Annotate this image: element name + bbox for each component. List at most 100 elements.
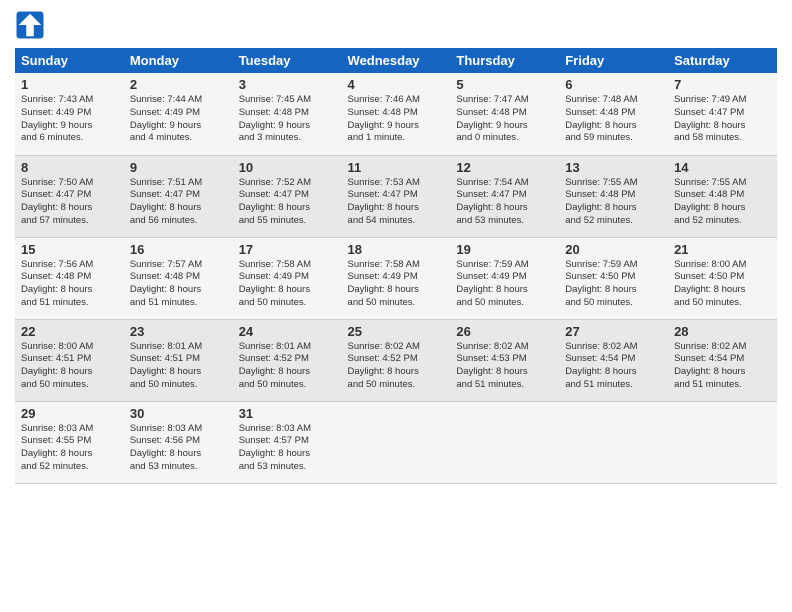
logo — [15, 10, 49, 40]
day-info-line: and 3 minutes. — [239, 132, 336, 145]
day-info-line: Sunset: 4:50 PM — [565, 271, 662, 284]
day-info-line: and 0 minutes. — [456, 132, 553, 145]
day-info-line: Daylight: 9 hours — [21, 120, 118, 133]
calendar-cell: 18Sunrise: 7:58 AMSunset: 4:49 PMDayligh… — [342, 237, 451, 319]
day-info-line: Sunrise: 7:56 AM — [21, 259, 118, 272]
day-number: 3 — [239, 77, 336, 92]
day-info-line: Sunset: 4:47 PM — [21, 189, 118, 202]
day-info-line: Sunset: 4:56 PM — [130, 435, 227, 448]
day-number: 27 — [565, 324, 662, 339]
day-info-line: Sunrise: 7:43 AM — [21, 94, 118, 107]
day-info-line: Sunset: 4:48 PM — [130, 271, 227, 284]
day-number: 15 — [21, 242, 118, 257]
day-info-line: Sunrise: 7:50 AM — [21, 177, 118, 190]
day-info-line: and 50 minutes. — [130, 379, 227, 392]
day-info-line: Sunset: 4:52 PM — [348, 353, 445, 366]
day-info-line: Daylight: 8 hours — [130, 284, 227, 297]
calendar-cell: 16Sunrise: 7:57 AMSunset: 4:48 PMDayligh… — [124, 237, 233, 319]
day-info-line: Sunset: 4:49 PM — [348, 271, 445, 284]
calendar-cell: 22Sunrise: 8:00 AMSunset: 4:51 PMDayligh… — [15, 319, 124, 401]
calendar-cell: 2Sunrise: 7:44 AMSunset: 4:49 PMDaylight… — [124, 73, 233, 155]
calendar-cell: 11Sunrise: 7:53 AMSunset: 4:47 PMDayligh… — [342, 155, 451, 237]
day-info-line: Daylight: 8 hours — [21, 202, 118, 215]
day-info-line: and 50 minutes. — [21, 379, 118, 392]
day-number: 26 — [456, 324, 553, 339]
day-info-line: Sunrise: 7:55 AM — [674, 177, 771, 190]
day-info-line: Sunrise: 8:02 AM — [348, 341, 445, 354]
day-info-line: and 51 minutes. — [130, 297, 227, 310]
day-info-line: Sunrise: 7:47 AM — [456, 94, 553, 107]
day-info-line: Daylight: 8 hours — [456, 284, 553, 297]
day-number: 30 — [130, 406, 227, 421]
day-info-line: Daylight: 8 hours — [348, 284, 445, 297]
day-info-line: Sunset: 4:54 PM — [674, 353, 771, 366]
col-header-wednesday: Wednesday — [342, 48, 451, 73]
day-info-line: Sunrise: 8:00 AM — [21, 341, 118, 354]
calendar-cell: 12Sunrise: 7:54 AMSunset: 4:47 PMDayligh… — [450, 155, 559, 237]
calendar-cell: 21Sunrise: 8:00 AMSunset: 4:50 PMDayligh… — [668, 237, 777, 319]
col-header-monday: Monday — [124, 48, 233, 73]
day-info-line: Sunrise: 8:00 AM — [674, 259, 771, 272]
day-info-line: and 52 minutes. — [565, 215, 662, 228]
day-number: 21 — [674, 242, 771, 257]
day-number: 31 — [239, 406, 336, 421]
day-info-line: Sunset: 4:48 PM — [674, 189, 771, 202]
col-header-tuesday: Tuesday — [233, 48, 342, 73]
day-info-line: Sunset: 4:48 PM — [21, 271, 118, 284]
day-number: 2 — [130, 77, 227, 92]
day-info-line: Sunrise: 8:02 AM — [565, 341, 662, 354]
day-info-line: Sunset: 4:48 PM — [348, 107, 445, 120]
calendar-cell: 8 Sunrise: 7:50 AMSunset: 4:47 PMDaylight… — [15, 155, 124, 237]
day-info-line: Daylight: 8 hours — [239, 284, 336, 297]
calendar-cell: 27Sunrise: 8:02 AMSunset: 4:54 PMDayligh… — [559, 319, 668, 401]
day-info-line: and 55 minutes. — [239, 215, 336, 228]
day-number: 8 — [21, 160, 118, 175]
day-number: 7 — [674, 77, 771, 92]
calendar-cell: 20Sunrise: 7:59 AMSunset: 4:50 PMDayligh… — [559, 237, 668, 319]
day-info-line: and 52 minutes. — [21, 461, 118, 474]
day-info-line: Sunrise: 7:59 AM — [456, 259, 553, 272]
day-info-line: Sunset: 4:47 PM — [239, 189, 336, 202]
day-info-line: Daylight: 9 hours — [348, 120, 445, 133]
calendar-cell: 3Sunrise: 7:45 AMSunset: 4:48 PMDaylight… — [233, 73, 342, 155]
day-info-line: Sunrise: 8:03 AM — [239, 423, 336, 436]
calendar-cell: 5Sunrise: 7:47 AMSunset: 4:48 PMDaylight… — [450, 73, 559, 155]
day-info-line: Sunrise: 7:58 AM — [348, 259, 445, 272]
day-info-line: Daylight: 8 hours — [348, 366, 445, 379]
day-number: 1 — [21, 77, 118, 92]
day-info-line: and 4 minutes. — [130, 132, 227, 145]
day-info-line: Sunset: 4:51 PM — [21, 353, 118, 366]
day-info-line: Daylight: 8 hours — [674, 366, 771, 379]
day-info-line: Sunset: 4:48 PM — [456, 107, 553, 120]
day-info-line: Daylight: 8 hours — [348, 202, 445, 215]
day-info-line: and 51 minutes. — [674, 379, 771, 392]
day-number: 14 — [674, 160, 771, 175]
col-header-thursday: Thursday — [450, 48, 559, 73]
day-info-line: Sunrise: 7:48 AM — [565, 94, 662, 107]
day-info-line: Sunset: 4:55 PM — [21, 435, 118, 448]
day-info-line: and 50 minutes. — [348, 379, 445, 392]
day-info-line: Sunset: 4:47 PM — [674, 107, 771, 120]
day-number: 9 — [130, 160, 227, 175]
day-number: 28 — [674, 324, 771, 339]
day-info-line: and 51 minutes. — [21, 297, 118, 310]
day-info-line: Sunrise: 7:52 AM — [239, 177, 336, 190]
day-info-line: Sunrise: 7:46 AM — [348, 94, 445, 107]
day-number: 16 — [130, 242, 227, 257]
calendar-cell: 29Sunrise: 8:03 AMSunset: 4:55 PMDayligh… — [15, 401, 124, 483]
calendar-cell — [450, 401, 559, 483]
day-info-line: Daylight: 8 hours — [239, 202, 336, 215]
day-number: 24 — [239, 324, 336, 339]
day-info-line: Sunrise: 7:54 AM — [456, 177, 553, 190]
day-number: 5 — [456, 77, 553, 92]
day-number: 17 — [239, 242, 336, 257]
day-info-line: and 1 minute. — [348, 132, 445, 145]
day-info-line: Daylight: 8 hours — [674, 202, 771, 215]
day-number: 29 — [21, 406, 118, 421]
day-info-line: and 50 minutes. — [348, 297, 445, 310]
day-info-line: Sunset: 4:52 PM — [239, 353, 336, 366]
day-info-line: Daylight: 8 hours — [565, 120, 662, 133]
day-info-line: Sunset: 4:53 PM — [456, 353, 553, 366]
day-info-line: Sunset: 4:47 PM — [348, 189, 445, 202]
day-number: 20 — [565, 242, 662, 257]
